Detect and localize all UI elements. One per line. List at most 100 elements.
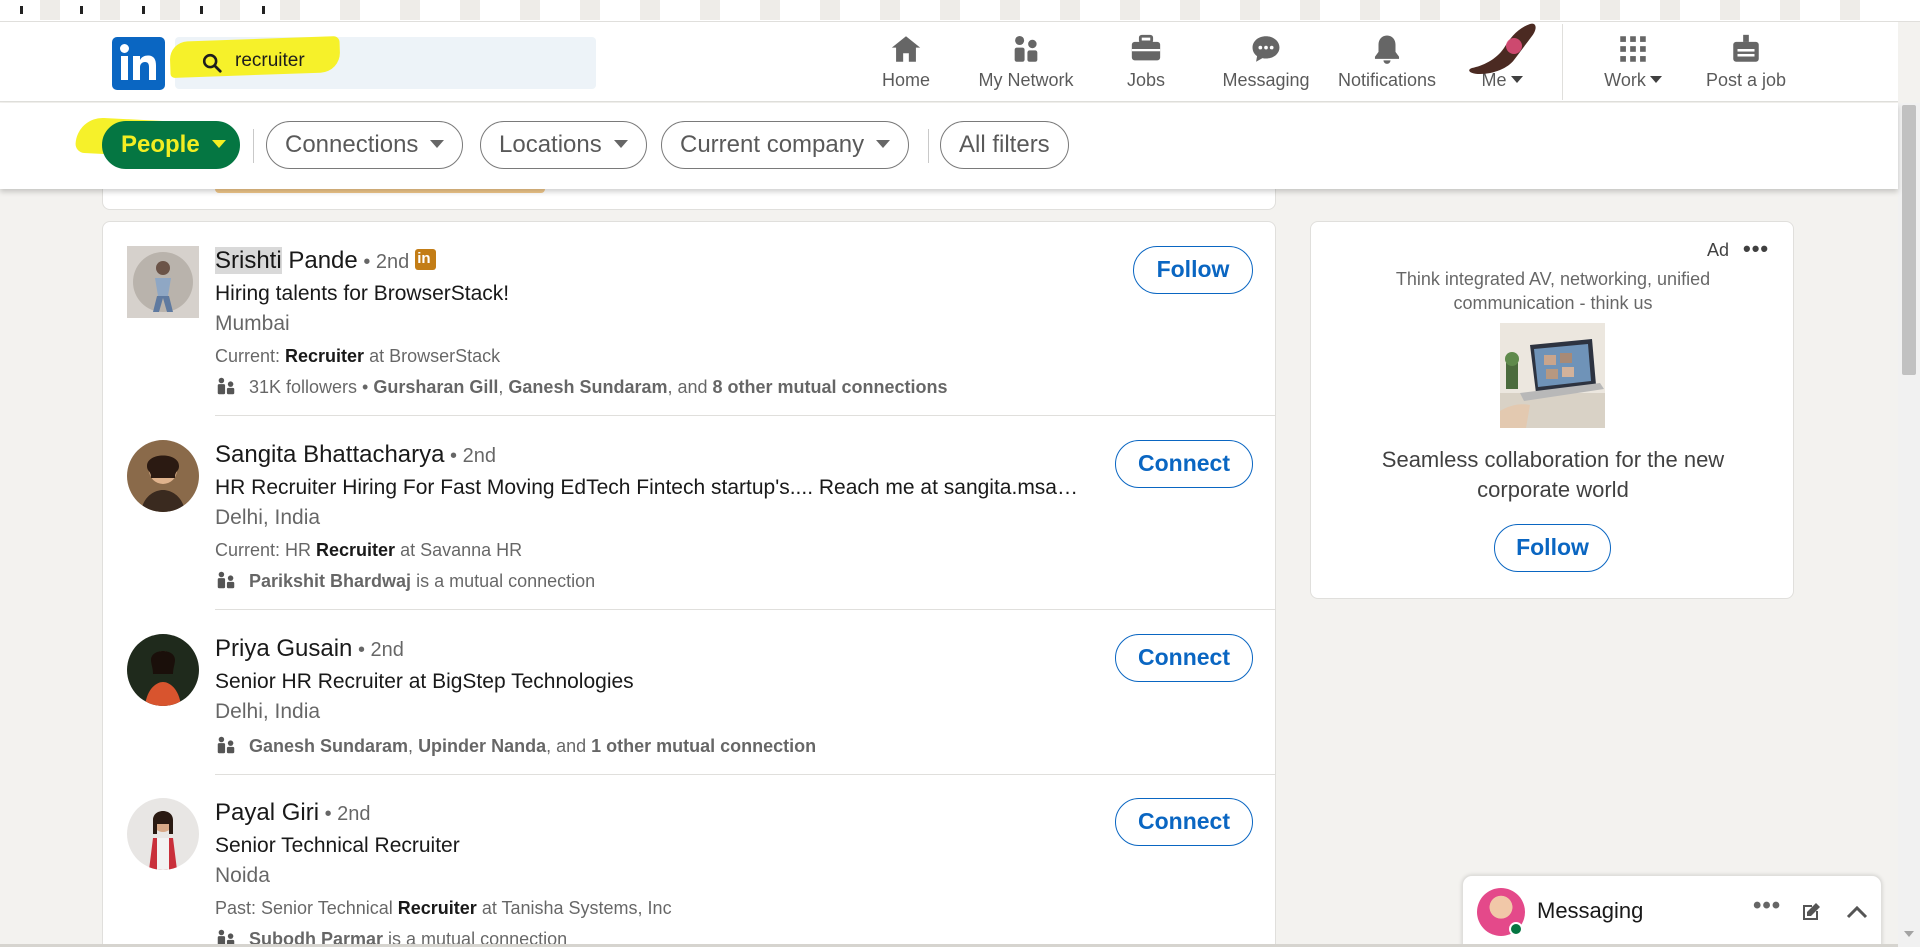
mutual-connection-link[interactable]: Upinder Nanda	[418, 736, 546, 756]
compose-icon[interactable]	[1799, 900, 1823, 924]
ad-image[interactable]	[1500, 323, 1605, 428]
profile-photo	[127, 440, 199, 512]
tab-strip-cell	[640, 0, 660, 20]
nav-jobs[interactable]: Jobs	[1124, 32, 1168, 96]
result-divider	[215, 609, 1275, 610]
tab-strip-cell	[580, 0, 600, 20]
mutual-connection-link[interactable]: Ganesh Sundaram	[249, 736, 408, 756]
tab-strip-cell	[1480, 0, 1500, 20]
profile-avatar[interactable]	[127, 798, 199, 870]
result-headline: Senior Technical Recruiter	[215, 834, 460, 857]
scrollbar-thumb[interactable]	[1902, 105, 1916, 375]
mutual-connections-icon	[217, 736, 235, 754]
tab-favicon[interactable]	[262, 6, 265, 14]
nav-messaging-label: Messaging	[1222, 70, 1310, 90]
insight-sep: ,	[408, 736, 419, 756]
tab-strip-cell	[1600, 0, 1620, 20]
filter-current-company-button[interactable]: Current company	[661, 121, 910, 169]
tab-favicon[interactable]	[200, 6, 203, 14]
mutual-connections-link[interactable]: 8 other mutual connections	[713, 377, 948, 397]
chevron-up-icon[interactable]	[1845, 902, 1869, 922]
search-bar[interactable]	[169, 36, 596, 89]
connect-button[interactable]: Connect	[1115, 798, 1253, 846]
result-divider	[215, 774, 1275, 775]
result-name-line[interactable]: Srishti Pande • 2nd in	[215, 247, 437, 275]
all-filters-button[interactable]: All filters	[940, 121, 1069, 169]
result-name-line[interactable]: Payal Giri • 2nd	[215, 799, 371, 827]
nav-me[interactable]: Me	[1469, 23, 1536, 96]
mutual-connection-link[interactable]: Ganesh Sundaram	[508, 377, 667, 397]
ad-more-options-icon[interactable]: •••	[1743, 236, 1769, 262]
result-last-name[interactable]: Pande	[282, 247, 357, 274]
result-name-line[interactable]: Sangita Bhattacharya • 2nd	[215, 441, 496, 469]
nav-messaging[interactable]: Messaging	[1222, 32, 1310, 96]
result-current-role: Current: HR Recruiter at Savanna HR	[215, 540, 522, 561]
messaging-title[interactable]: Messaging	[1537, 898, 1643, 924]
tab-strip-cell	[340, 0, 360, 20]
messaging-drawer[interactable]: Messaging •••	[1462, 875, 1882, 947]
mutual-connection-link[interactable]: Parikshit Bhardwaj	[249, 571, 411, 591]
mutual-connection-link[interactable]: Gursharan Gill	[373, 377, 498, 397]
profile-avatar[interactable]	[127, 634, 199, 706]
result-past-role: Past: Senior Technical Recruiter at Tani…	[215, 898, 672, 919]
result-headline: Senior HR Recruiter at BigStep Technolog…	[215, 670, 634, 693]
filter-connections-label: Connections	[285, 131, 419, 158]
filter-connections-button[interactable]: Connections	[266, 121, 464, 169]
result-name[interactable]: Payal Giri	[215, 799, 319, 826]
me-avatar-scribble	[1469, 23, 1536, 74]
nav-notifications[interactable]: Notifications	[1334, 32, 1440, 96]
result-name-line[interactable]: Priya Gusain • 2nd	[215, 635, 404, 663]
tab-strip-cell	[1120, 0, 1140, 20]
nav-work-text: Work	[1604, 70, 1646, 90]
connect-button[interactable]: Connect	[1115, 634, 1253, 682]
tab-favicon[interactable]	[20, 6, 23, 14]
tab-strip-cell	[160, 0, 180, 20]
nav-divider	[1562, 24, 1563, 100]
scroll-down-arrow-icon[interactable]	[1904, 931, 1914, 937]
mutual-connections-link[interactable]: 1 other mutual connection	[591, 736, 816, 756]
tab-favicon[interactable]	[80, 6, 83, 14]
nav-my-network[interactable]: My Network	[975, 32, 1077, 96]
result-location: Mumbai	[215, 312, 290, 335]
linkedin-logo[interactable]	[112, 37, 165, 90]
nav-home[interactable]: Home	[874, 32, 938, 96]
tab-strip-cell	[880, 0, 900, 20]
nav-post-job[interactable]: Post a job	[1706, 32, 1786, 96]
nav-home-label: Home	[881, 70, 930, 90]
follow-button[interactable]: Follow	[1133, 246, 1253, 294]
browser-tab-strip	[0, 0, 1920, 22]
search-input[interactable]	[235, 50, 535, 72]
search-icon	[202, 53, 222, 73]
insight-suffix: is a mutual connection	[411, 571, 596, 591]
insight-sep: ,	[498, 377, 509, 397]
tab-favicon[interactable]	[142, 6, 145, 14]
nav-post-job-label: Post a job	[1706, 70, 1787, 90]
ad-follow-button[interactable]: Follow	[1494, 524, 1611, 572]
messaging-more-options-icon[interactable]: •••	[1753, 892, 1781, 920]
filter-locations-label: Locations	[499, 131, 602, 158]
result-first-name[interactable]: Srishti	[215, 247, 282, 274]
connect-button[interactable]: Connect	[1115, 440, 1253, 488]
current-prefix: Current: HR	[215, 540, 317, 560]
tab-strip-cell	[460, 0, 480, 20]
page-scrollbar[interactable]	[1898, 103, 1920, 947]
filter-people-button[interactable]: People	[102, 121, 240, 169]
filter-divider	[253, 129, 254, 163]
profile-avatar[interactable]	[127, 246, 199, 318]
tab-strip-cell	[1000, 0, 1020, 20]
nav-jobs-label: Jobs	[1126, 70, 1166, 90]
profile-avatar[interactable]	[127, 440, 199, 512]
current-prefix: Past: Senior Technical	[215, 898, 398, 918]
caret-down-icon	[430, 140, 445, 148]
tab-strip-cell	[940, 0, 960, 20]
nav-work[interactable]: Work	[1600, 32, 1666, 96]
filter-locations-button[interactable]: Locations	[480, 121, 647, 169]
tab-strip-cell	[520, 0, 540, 20]
current-role-keyword: Recruiter	[285, 346, 365, 366]
ad-label: Ad	[1707, 240, 1730, 260]
result-name[interactable]: Sangita Bhattacharya	[215, 441, 445, 468]
ad-headline: Seamless collaboration for the new corpo…	[1381, 447, 1725, 502]
result-name[interactable]: Priya Gusain	[215, 635, 352, 662]
insight-prefix: 31K followers •	[249, 377, 374, 397]
result-insight: 31K followers • Gursharan Gill, Ganesh S…	[215, 375, 948, 398]
